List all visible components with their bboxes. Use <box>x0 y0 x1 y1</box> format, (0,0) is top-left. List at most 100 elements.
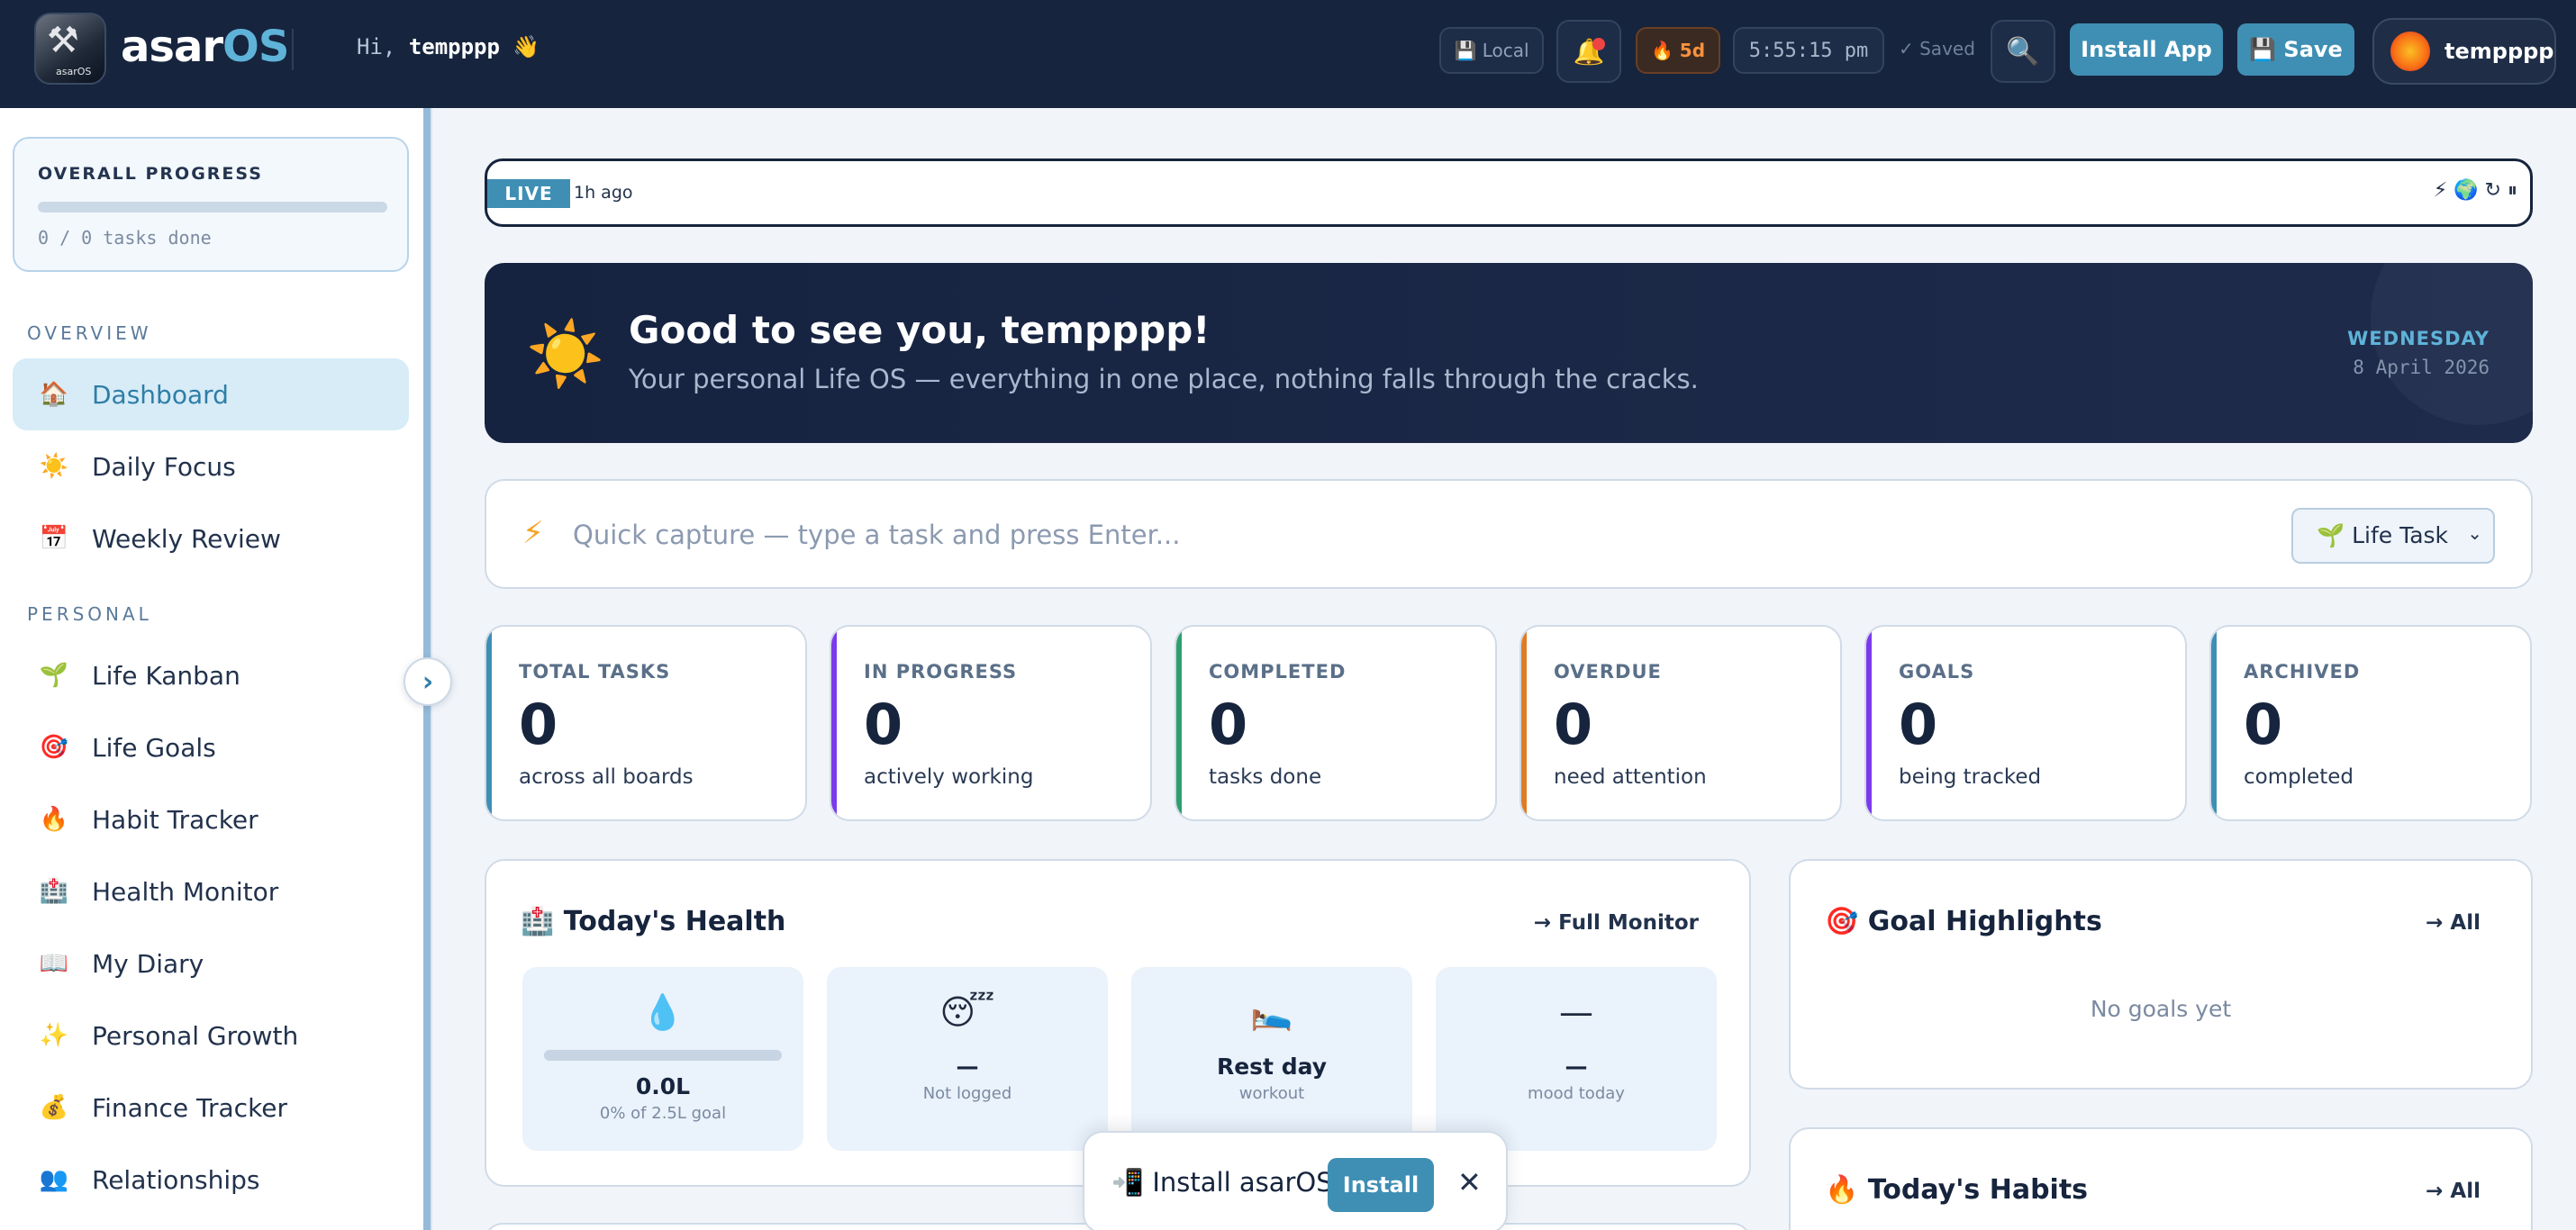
sidebar-item-dashboard[interactable]: 🏠 Dashboard <box>13 358 409 430</box>
stat-card-archived[interactable]: ARCHIVED 0 completed <box>2209 625 2532 821</box>
task-type-value: 🌱 Life Task <box>2317 522 2449 548</box>
sleep-icon: 😴 <box>939 992 995 1032</box>
search-icon: 🔍 <box>2006 35 2040 68</box>
user-menu-button[interactable]: tempppp <box>2372 18 2556 85</box>
goal-highlights-card: 🎯 Goal Highlights → All No goals yet <box>1789 859 2533 1090</box>
sidebar-item-daily-focus[interactable]: ☀️ Daily Focus <box>13 430 409 502</box>
stat-accent <box>1866 627 1872 819</box>
people-icon: 👥 <box>39 1166 69 1193</box>
install-button[interactable]: Install <box>1328 1158 1434 1212</box>
sidebar-item-label: Relationships <box>92 1164 260 1195</box>
sidebar-item-weekly-review[interactable]: 📅 Weekly Review <box>13 502 409 574</box>
sidebar-item-life-kanban[interactable]: 🌱 Life Kanban <box>13 639 409 711</box>
water-tile[interactable]: 💧 0.0L 0% of 2.5L goal <box>522 967 803 1151</box>
avatar <box>2390 32 2430 71</box>
progress-text: 0 / 0 tasks done <box>38 227 212 249</box>
save-button[interactable]: 💾 Save <box>2237 23 2354 76</box>
wave-icon: 👋 <box>512 34 540 59</box>
live-updated-time: 1h ago <box>574 183 633 203</box>
notification-dot <box>1592 38 1605 50</box>
stat-label: GOALS <box>1899 661 1975 683</box>
overall-progress-card: OVERALL PROGRESS 0 / 0 tasks done <box>13 137 409 272</box>
logo-mini-text: asarOS <box>56 66 92 77</box>
streak-badge[interactable]: 🔥 5d <box>1636 27 1720 74</box>
sun-icon: ☀️ <box>39 453 69 480</box>
brand-accent: OS <box>222 22 289 72</box>
home-icon: 🏠 <box>39 381 69 408</box>
sidebar-item-health-monitor[interactable]: 🏥 Health Monitor <box>13 855 409 927</box>
stat-caption: need attention <box>1554 765 1707 789</box>
water-progress-bar <box>544 1050 782 1061</box>
welcome-banner: ☀️ Good to see you, tempppp! Your person… <box>485 263 2533 443</box>
stat-card-total-tasks[interactable]: TOTAL TASKS 0 across all boards <box>485 625 807 821</box>
task-type-select[interactable]: 🌱 Life Task ⌄ <box>2291 508 2495 564</box>
goals-all-link[interactable]: → All <box>2426 911 2481 935</box>
quick-capture-input[interactable] <box>573 506 2194 564</box>
sleep-value: — <box>956 1054 979 1080</box>
greeting-prefix: Hi, <box>357 34 396 59</box>
app-logo[interactable]: ⚒ asarOS <box>34 13 106 85</box>
stat-caption: across all boards <box>519 765 694 789</box>
stat-value: 0 <box>1899 692 1938 757</box>
habits-all-link[interactable]: → All <box>2426 1180 2481 1203</box>
sidebar-item-habit-tracker[interactable]: 🔥 Habit Tracker <box>13 783 409 855</box>
sidebar-item-label: Weekly Review <box>92 523 281 554</box>
stat-label: IN PROGRESS <box>864 661 1018 683</box>
sidebar-collapse-button[interactable]: › <box>404 657 452 706</box>
sidebar: OVERALL PROGRESS 0 / 0 tasks done OVERVI… <box>0 108 432 1230</box>
stat-card-overdue[interactable]: OVERDUE 0 need attention <box>1519 625 1842 821</box>
workout-value: Rest day <box>1216 1054 1328 1080</box>
progress-title: OVERALL PROGRESS <box>38 164 263 184</box>
greeting: Hi, tempppp 👋 <box>357 34 540 59</box>
sleep-status: Not logged <box>922 1084 1012 1103</box>
greeting-username: tempppp <box>408 34 500 59</box>
stat-label: ARCHIVED <box>2244 661 2361 683</box>
water-value: 0.0L <box>635 1073 691 1099</box>
stat-card-in-progress[interactable]: IN PROGRESS 0 actively working <box>830 625 1152 821</box>
sidebar-item-finance-tracker[interactable]: 💰 Finance Tracker <box>13 1072 409 1144</box>
mood-tile[interactable]: — — mood today <box>1436 967 1717 1151</box>
search-button[interactable]: 🔍 <box>1991 20 2055 83</box>
quick-capture: ⚡ 🌱 Life Task ⌄ <box>485 479 2533 589</box>
clock: 5:55:15 pm <box>1733 27 1884 74</box>
chevron-right-icon: › <box>422 665 434 698</box>
sleep-tile[interactable]: 😴 — Not logged <box>827 967 1108 1151</box>
sun-icon: ☀️ <box>526 317 605 391</box>
chevron-down-icon: ⌄ <box>2467 522 2482 544</box>
stat-value: 0 <box>864 692 903 757</box>
sidebar-item-life-goals[interactable]: 🎯 Life Goals <box>13 711 409 783</box>
target-icon: 🎯 <box>39 734 69 761</box>
stat-caption: being tracked <box>1899 765 2042 789</box>
notifications-button[interactable]: 🔔 <box>1556 20 1621 83</box>
card-title: 🔥 Today's Habits <box>1825 1174 2089 1206</box>
stat-accent <box>1176 627 1182 819</box>
full-monitor-link[interactable]: → Full Monitor <box>1534 911 1699 935</box>
install-prompt: 📲 Install asarOS Install ✕ <box>1083 1131 1508 1230</box>
close-icon[interactable]: ✕ <box>1457 1165 1482 1199</box>
water-goal-text: 0% of 2.5L goal <box>599 1104 727 1123</box>
book-icon: 📖 <box>39 950 69 977</box>
sidebar-item-personal-growth[interactable]: ✨ Personal Growth <box>13 999 409 1072</box>
storage-mode-badge[interactable]: 💾 Local <box>1439 27 1544 74</box>
sparkles-icon: ✨ <box>39 1022 69 1049</box>
live-controls-icon[interactable]: ⚡ 🌍 ↻ ⏸ <box>2434 179 2517 202</box>
todays-habits-card: 🔥 Today's Habits → All <box>1789 1127 2533 1230</box>
stat-value: 0 <box>1554 692 1593 757</box>
sidebar-item-label: Life Goals <box>92 732 216 763</box>
bed-icon: 🛌 <box>1250 992 1293 1032</box>
stat-accent <box>2211 627 2217 819</box>
stat-card-goals[interactable]: GOALS 0 being tracked <box>1864 625 2187 821</box>
sidebar-item-my-diary[interactable]: 📖 My Diary <box>13 927 409 999</box>
live-ticker: LIVE 1h ago ⚡ 🌍 ↻ ⏸ <box>485 158 2533 227</box>
install-app-button[interactable]: Install App <box>2070 23 2223 76</box>
install-prompt-label: 📲 Install asarOS <box>1111 1167 1333 1198</box>
stat-card-completed[interactable]: COMPLETED 0 tasks done <box>1175 625 1497 821</box>
save-status: ✓ Saved <box>1899 38 1975 59</box>
mood-value: — <box>1565 1054 1588 1080</box>
stat-accent <box>486 627 492 819</box>
sidebar-item-relationships[interactable]: 👥 Relationships <box>13 1144 409 1216</box>
sidebar-item-label: Life Kanban <box>92 660 240 691</box>
sidebar-item-label: Habit Tracker <box>92 804 259 835</box>
brand-name: asarOS <box>121 22 289 72</box>
workout-tile[interactable]: 🛌 Rest day workout <box>1131 967 1412 1151</box>
